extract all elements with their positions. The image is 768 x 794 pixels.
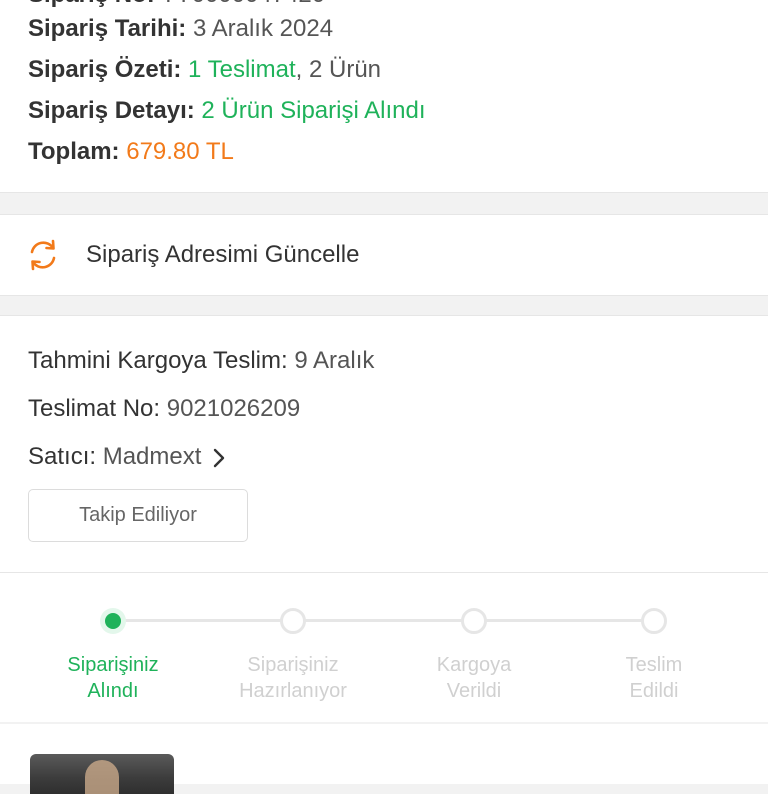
update-address-button[interactable]: Sipariş Adresimi Güncelle xyxy=(0,215,768,295)
progress-step-line1: Teslim xyxy=(625,654,683,676)
order-detail-row: Sipariş Detayı: 2 Ürün Siparişi Alındı xyxy=(28,96,426,126)
delivery-number-row: Teslimat No: 9021026209 xyxy=(28,394,300,424)
order-total-row: Toplam: 679.80 TL xyxy=(28,137,234,167)
chevron-right-icon xyxy=(213,448,225,467)
order-deliveries-count[interactable]: 1 Teslimat xyxy=(188,56,296,83)
eta-label: Tahmini Kargoya Teslim: xyxy=(28,347,288,374)
progress-step-label: Teslim Edildi xyxy=(564,652,744,704)
progress-step-dot xyxy=(100,608,126,634)
order-detail-label: Sipariş Detayı: xyxy=(28,97,195,124)
product-thumbnail[interactable] xyxy=(30,754,174,794)
shipment-card: Tahmini Kargoya Teslim: 9 Aralık Teslima… xyxy=(0,315,768,722)
order-date-label: Sipariş Tarihi: xyxy=(28,15,187,42)
progress-step-line1: Kargoya xyxy=(436,654,512,676)
tracking-status-button[interactable]: Takip Ediliyor xyxy=(28,489,248,542)
delivery-number-label: Teslimat No: xyxy=(28,395,161,422)
progress-step-dot xyxy=(280,608,306,634)
order-date-row: Sipariş Tarihi: 3 Aralık 2024 xyxy=(28,14,333,44)
order-progress-tracker: Siparişiniz Alındı Siparişiniz Hazırlanı… xyxy=(0,596,768,716)
progress-step-label: Kargoya Verildi xyxy=(384,652,564,704)
update-address-label: Sipariş Adresimi Güncelle xyxy=(86,241,360,268)
seller-row[interactable]: Satıcı: Madmext xyxy=(28,442,226,472)
address-update-card: Sipariş Adresimi Güncelle xyxy=(0,214,768,296)
order-summary-card: Sipariş No: TY0000047420 Sipariş Tarihi:… xyxy=(0,0,768,193)
seller-label: Satıcı: xyxy=(28,443,97,470)
delivery-number-value: 9021026209 xyxy=(166,395,301,422)
progress-step-label: Siparişiniz Alındı xyxy=(23,652,203,704)
order-summary-row: Sipariş Özeti: 1 Teslimat, 2 Ürün xyxy=(28,55,381,85)
order-total-label: Toplam: xyxy=(28,138,120,165)
progress-step-label: Siparişiniz Hazırlanıyor xyxy=(203,652,383,704)
product-card xyxy=(0,724,768,794)
eta-row: Tahmini Kargoya Teslim: 9 Aralık xyxy=(28,346,374,376)
order-total-value: 679.80 TL xyxy=(126,138,234,165)
order-date-value: 3 Aralık 2024 xyxy=(192,15,334,42)
progress-step-line2: Hazırlanıyor xyxy=(239,680,347,702)
order-number-label: Sipariş No: xyxy=(28,0,155,8)
progress-step-line1: Siparişiniz xyxy=(247,654,339,676)
order-summary-label: Sipariş Özeti: xyxy=(28,56,182,83)
section-divider xyxy=(0,572,768,573)
progress-step-dot xyxy=(641,608,667,634)
order-number-row: Sipariş No: TY0000047420 xyxy=(28,0,325,10)
progress-step-line1: Siparişiniz xyxy=(67,654,159,676)
refresh-icon xyxy=(30,239,56,271)
eta-value: 9 Aralık xyxy=(294,347,375,374)
progress-step-line2: Edildi xyxy=(629,680,679,702)
order-detail-value[interactable]: 2 Ürün Siparişi Alındı xyxy=(201,97,425,124)
progress-step-line2: Verildi xyxy=(446,680,502,702)
progress-step-line2: Alındı xyxy=(87,680,139,702)
order-number-value: TY0000047420 xyxy=(161,0,325,8)
progress-track-line xyxy=(113,619,655,622)
seller-value[interactable]: Madmext xyxy=(103,443,202,470)
order-items-count: , 2 Ürün xyxy=(295,56,382,83)
progress-step-dot xyxy=(461,608,487,634)
